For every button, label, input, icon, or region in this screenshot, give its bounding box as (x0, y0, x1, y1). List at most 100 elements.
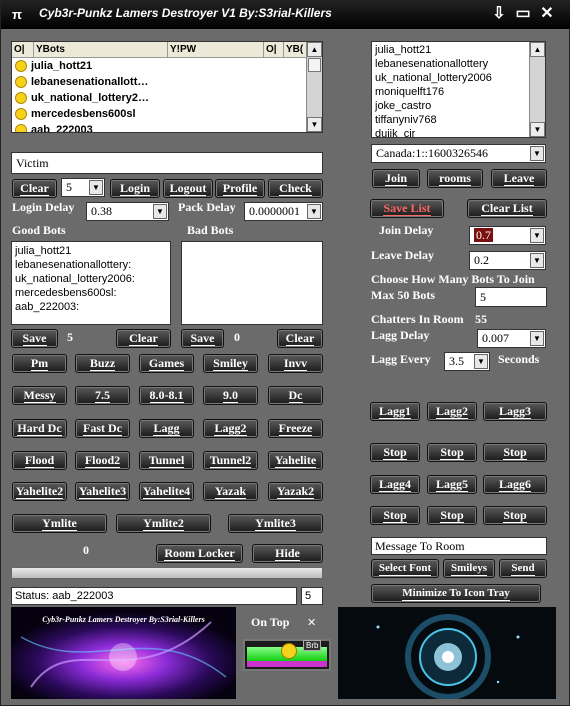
victim-input[interactable]: Victim (11, 152, 323, 174)
list-item[interactable]: uk_national_lottery2006: (12, 272, 170, 286)
flood2-button[interactable]: Flood2 (75, 451, 130, 470)
col-ybots[interactable]: YBots (34, 42, 168, 58)
clear-bad-button[interactable]: Clear (277, 329, 323, 348)
lagg-button[interactable]: Lagg (139, 419, 194, 438)
ybots-grid[interactable]: O| YBots Y!PW O| YB( julia_hott21 lebane… (11, 41, 323, 133)
yazak2-button[interactable]: Yazak2 (268, 482, 323, 501)
minimize-icon[interactable]: ⇩ (489, 5, 509, 23)
chevron-down-icon[interactable]: ▼ (89, 180, 103, 195)
select-font-button[interactable]: Select Font (371, 559, 439, 578)
list-item[interactable]: julia_hott21 (12, 244, 170, 258)
table-row[interactable]: aab_222003 (12, 123, 306, 132)
leave-delay-select[interactable]: 0.2 ▼ (469, 251, 546, 270)
stop-lagg2-button[interactable]: Stop (427, 443, 477, 462)
col-status2[interactable]: O| (264, 42, 284, 58)
col-status[interactable]: O| (12, 42, 34, 58)
tunnel2-button[interactable]: Tunnel2 (203, 451, 258, 470)
leave-button[interactable]: Leave (491, 169, 547, 188)
lagg2-button[interactable]: Lagg2 (427, 402, 477, 421)
smiley-button[interactable]: Smiley (203, 354, 258, 373)
lagg6-button[interactable]: Lagg6 (483, 475, 547, 494)
pack-delay-select[interactable]: 0.0000001 ▼ (244, 202, 323, 221)
list-item[interactable]: joke_castro (372, 99, 545, 113)
v75-button[interactable]: 7.5 (75, 386, 130, 405)
join-button[interactable]: Join (372, 169, 420, 188)
list-item[interactable]: moniquelft176 (372, 85, 545, 99)
flood-button[interactable]: Flood (12, 451, 67, 470)
message-input[interactable]: Message To Room (371, 537, 547, 555)
profile-button[interactable]: Profile (215, 179, 265, 198)
table-row[interactable]: uk_national_lottery2… (12, 91, 306, 107)
pm-button[interactable]: Pm (12, 354, 67, 373)
ymlite-button[interactable]: Ymlite (12, 514, 107, 533)
save-bad-button[interactable]: Save (181, 329, 224, 348)
chevron-down-icon[interactable]: ▼ (530, 331, 544, 346)
lagg4-button[interactable]: Lagg4 (370, 475, 420, 494)
list-item[interactable]: tiffanyniv768 (372, 113, 545, 127)
minimize-tray-button[interactable]: Minimize To Icon Tray (371, 584, 541, 603)
ymlite2-button[interactable]: Ymlite2 (116, 514, 211, 533)
room-select[interactable]: Canada:1::1600326546 ▼ (371, 144, 546, 163)
rooms-button[interactable]: rooms (427, 169, 483, 188)
yahelite-button[interactable]: Yahelite (268, 451, 323, 470)
invv-button[interactable]: Invv (268, 354, 323, 373)
room-locker-button[interactable]: Room Locker (156, 544, 243, 563)
close-icon[interactable]: ✕ (537, 5, 557, 23)
col-ypw[interactable]: Y!PW (168, 42, 264, 58)
hard-dc-button[interactable]: Hard Dc (12, 419, 67, 438)
yahelite3-button[interactable]: Yahelite3 (75, 482, 130, 501)
clear-list-button[interactable]: Clear List (467, 199, 547, 218)
bad-bots-list[interactable] (181, 241, 323, 325)
chevron-down-icon[interactable]: ▼ (530, 253, 544, 268)
freeze-button[interactable]: Freeze (268, 419, 323, 438)
list-item[interactable]: lebanesenationallottery: (12, 258, 170, 272)
scroll-up-icon[interactable]: ▲ (530, 42, 545, 57)
send-button[interactable]: Send (499, 559, 547, 578)
list-item[interactable]: aab_222003: (12, 300, 170, 314)
chevron-down-icon[interactable]: ▼ (474, 354, 488, 369)
count-select[interactable]: 5 ▼ (61, 178, 105, 197)
save-good-button[interactable]: Save (11, 329, 58, 348)
chevron-down-icon[interactable]: ▼ (307, 204, 321, 219)
clear-good-button[interactable]: Clear (116, 329, 171, 348)
scroll-up-icon[interactable]: ▲ (307, 42, 322, 57)
list-item[interactable]: mercedesbens600sl: (12, 286, 170, 300)
table-row[interactable]: lebanesenationallott… (12, 75, 306, 91)
lagg2-button[interactable]: Lagg2 (203, 419, 258, 438)
ymlite3-button[interactable]: Ymlite3 (228, 514, 323, 533)
v80-81-button[interactable]: 8.0-8.1 (139, 386, 194, 405)
yahelite4-button[interactable]: Yahelite4 (139, 482, 194, 501)
scroll-down-icon[interactable]: ▼ (530, 122, 545, 137)
clear-button[interactable]: Clear (12, 179, 57, 198)
table-row[interactable]: mercedesbens600sl (12, 107, 306, 123)
lagg5-button[interactable]: Lagg5 (427, 475, 477, 494)
list-item[interactable]: julia_hott21 (372, 43, 545, 57)
title-bar[interactable]: π Cyb3r-Punkz Lamers Destroyer V1 By:S3r… (1, 1, 570, 29)
maximize-icon[interactable]: ▭ (513, 5, 533, 23)
v90-button[interactable]: 9.0 (203, 386, 258, 405)
login-button[interactable]: Login (110, 179, 160, 198)
logout-button[interactable]: Logout (163, 179, 213, 198)
dc-button[interactable]: Dc (268, 386, 323, 405)
ybots-scrollbar[interactable]: ▲ ▼ (306, 42, 322, 132)
chevron-down-icon[interactable]: ▼ (530, 146, 544, 161)
smileys-button[interactable]: Smileys (443, 559, 495, 578)
scroll-thumb[interactable] (308, 58, 321, 72)
chevron-down-icon[interactable]: ▼ (153, 204, 167, 219)
on-top-toggle[interactable]: Brb (243, 639, 331, 671)
rooms-list[interactable]: julia_hott21 lebanesenationallottery uk_… (371, 41, 546, 138)
stop-lagg1-button[interactable]: Stop (370, 443, 420, 462)
stop-lagg3-button[interactable]: Stop (483, 443, 547, 462)
yahelite2-button[interactable]: Yahelite2 (12, 482, 67, 501)
stop-lagg6-button[interactable]: Stop (483, 506, 547, 525)
table-row[interactable]: julia_hott21 (12, 59, 306, 75)
messy-button[interactable]: Messy (12, 386, 67, 405)
col-yb[interactable]: YB( (284, 42, 308, 58)
yazak-button[interactable]: Yazak (203, 482, 258, 501)
rooms-scrollbar[interactable]: ▲ ▼ (529, 42, 545, 137)
close-icon[interactable]: ✕ (307, 616, 316, 629)
save-list-button[interactable]: Save List (370, 199, 444, 218)
games-button[interactable]: Games (139, 354, 194, 373)
tunnel-button[interactable]: Tunnel (139, 451, 194, 470)
lagg3-button[interactable]: Lagg3 (483, 402, 547, 421)
